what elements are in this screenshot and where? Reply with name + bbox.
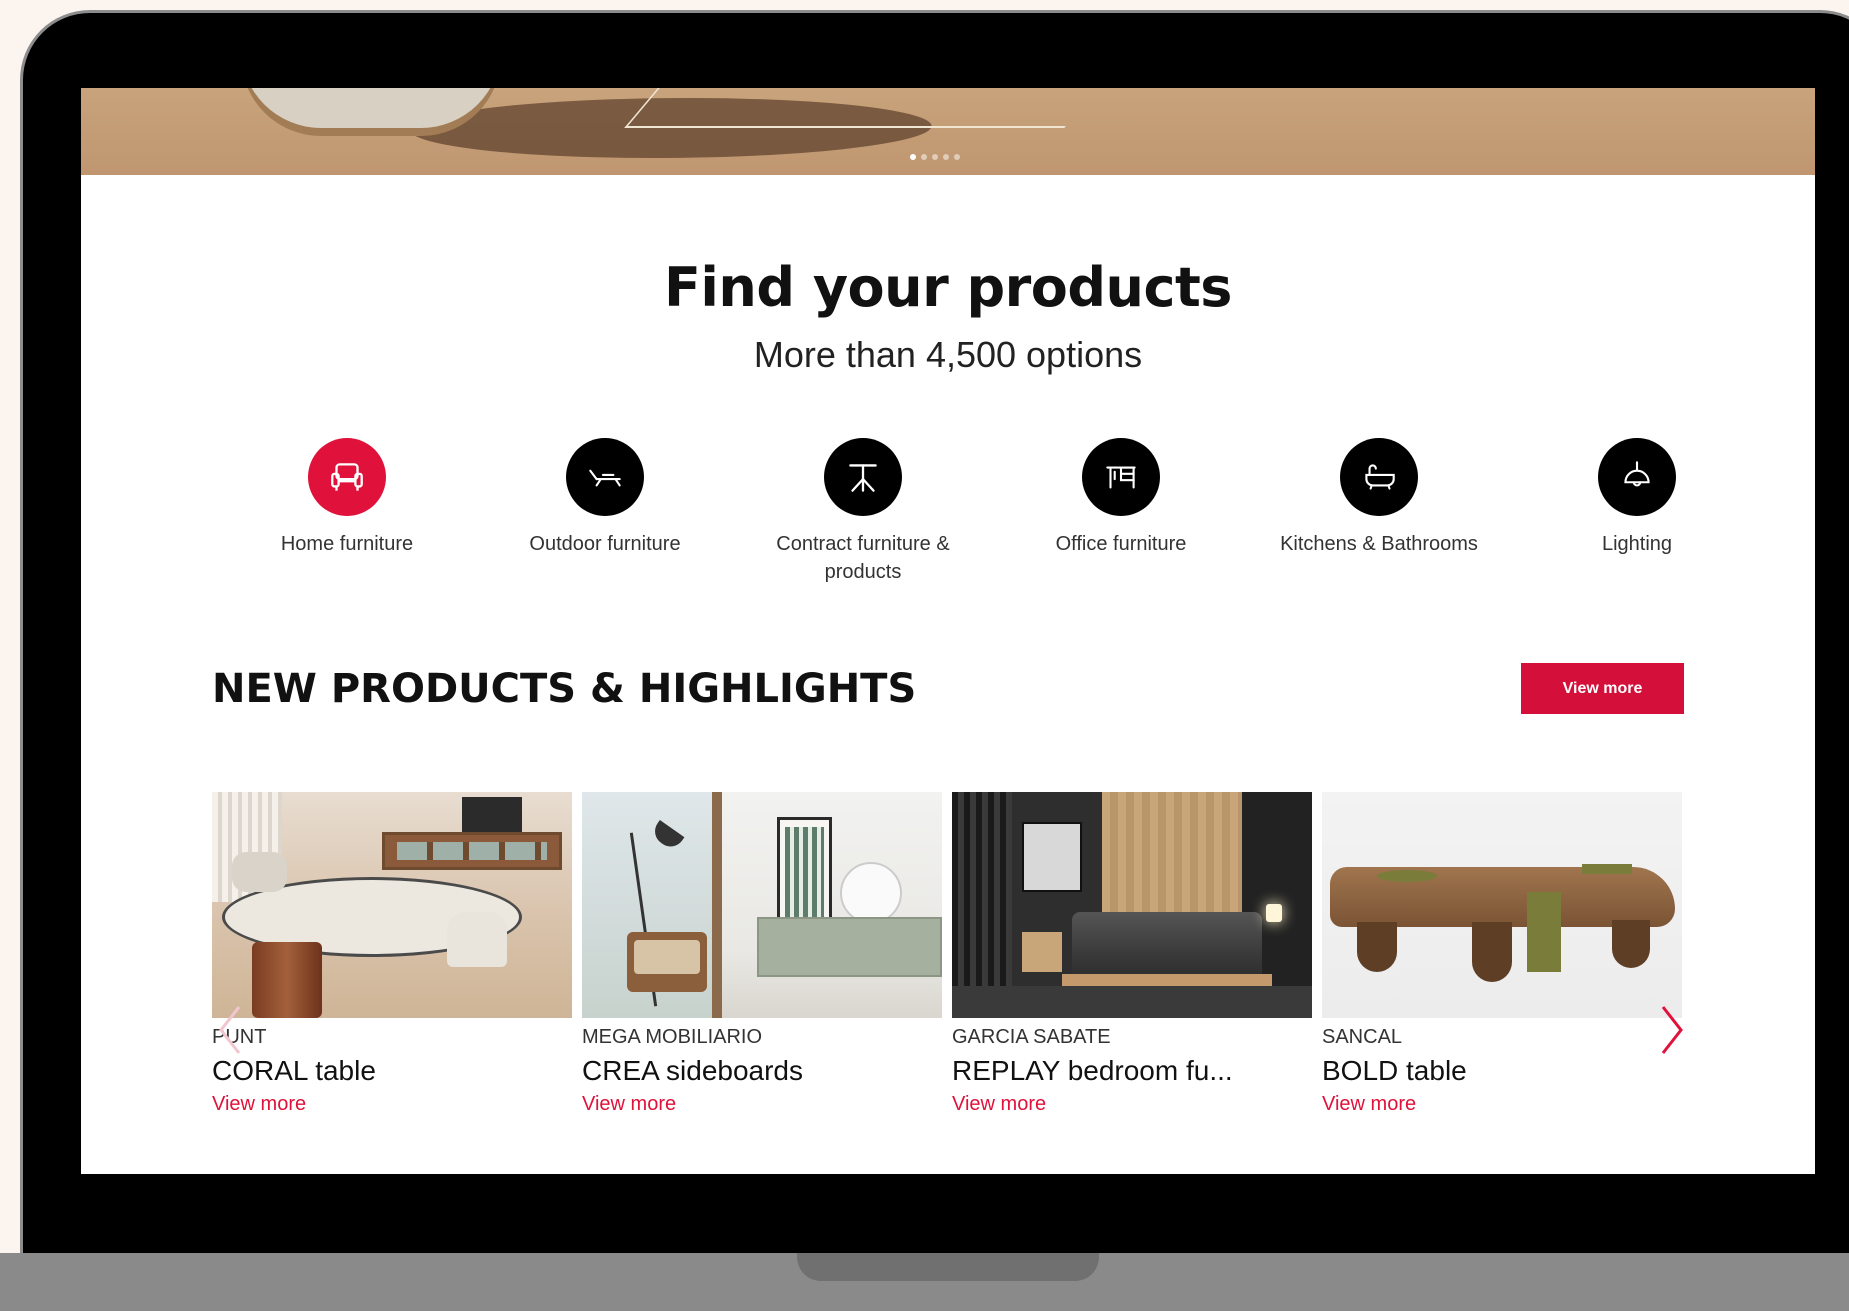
section-subtitle: More than 4,500 options [753, 334, 1143, 375]
carousel-next-arrow[interactable] [1654, 1000, 1690, 1060]
carousel-dots [910, 154, 960, 160]
product-image[interactable] [1322, 792, 1682, 1018]
product-name[interactable]: REPLAY bedroom fu... [952, 1055, 1312, 1087]
category-list: Home furniture Outdoor furniture Contrac… [227, 438, 1777, 598]
product-view-more-link[interactable]: View more [1322, 1093, 1682, 1116]
product-card[interactable]: MEGA MOBILIARIO CREA sideboards View mor… [582, 792, 942, 1116]
product-carousel: PUNT CORAL table View more MEGA MOBILIAR… [212, 792, 1692, 1132]
carousel-dot[interactable] [921, 154, 927, 160]
view-more-button[interactable]: View more [1521, 663, 1684, 714]
product-view-more-link[interactable]: View more [952, 1093, 1312, 1116]
pendant-lamp-icon[interactable] [1598, 438, 1676, 516]
carousel-dot[interactable] [910, 154, 916, 160]
product-image[interactable] [212, 792, 572, 1018]
category-label: Lighting [1601, 533, 1673, 555]
section-title: Find your products [664, 256, 1232, 319]
product-image[interactable] [582, 792, 942, 1018]
product-brand: MEGA MOBILIARIO [582, 1026, 763, 1048]
product-name[interactable]: CREA sideboards [582, 1055, 942, 1087]
product-brand: GARCIA SABATE [952, 1026, 1111, 1048]
product-name[interactable]: BOLD table [1322, 1055, 1682, 1087]
category-label: Contract furniture & products [776, 533, 950, 583]
product-view-more-link[interactable]: View more [212, 1093, 572, 1116]
carousel-prev-arrow[interactable] [212, 1000, 248, 1060]
product-view-more-link[interactable]: View more [582, 1093, 942, 1116]
browser-screen: Find your products More than 4,500 optio… [81, 88, 1815, 1174]
product-image[interactable] [952, 792, 1312, 1018]
category-office-furniture[interactable]: Office furniture [1001, 438, 1241, 558]
category-home-furniture[interactable]: Home furniture [227, 438, 467, 558]
category-outdoor-furniture[interactable]: Outdoor furniture [485, 438, 725, 558]
carousel-dot[interactable] [954, 154, 960, 160]
category-kitchens-bathrooms[interactable]: Kitchens & Bathrooms [1259, 438, 1499, 558]
category-label: Kitchens & Bathrooms [1280, 533, 1478, 555]
bathtub-icon[interactable] [1340, 438, 1418, 516]
hero-image-rug [624, 88, 1098, 128]
product-card[interactable]: SANCAL BOLD table View more [1322, 792, 1682, 1116]
category-label: Home furniture [280, 533, 414, 555]
carousel-dot[interactable] [932, 154, 938, 160]
laptop-notch [797, 1253, 1099, 1281]
product-card[interactable]: PUNT CORAL table View more [212, 792, 572, 1116]
lounger-icon[interactable] [566, 438, 644, 516]
armchair-icon[interactable] [308, 438, 386, 516]
category-lighting[interactable]: Lighting [1517, 438, 1757, 558]
category-label: Office furniture [1055, 533, 1187, 555]
carousel-dot[interactable] [943, 154, 949, 160]
category-label: Outdoor furniture [529, 533, 681, 555]
product-brand: PUNT [212, 1026, 267, 1048]
hero-carousel[interactable] [81, 88, 1815, 175]
product-brand: SANCAL [1322, 1026, 1403, 1048]
table-icon[interactable] [824, 438, 902, 516]
new-products-title: NEW PRODUCTS & HIGHLIGHTS [212, 666, 917, 712]
desk-icon[interactable] [1082, 438, 1160, 516]
product-card[interactable]: GARCIA SABATE REPLAY bedroom fu... View … [952, 792, 1312, 1116]
product-name[interactable]: CORAL table [212, 1055, 572, 1087]
category-contract-furniture[interactable]: Contract furniture & products [743, 438, 983, 586]
